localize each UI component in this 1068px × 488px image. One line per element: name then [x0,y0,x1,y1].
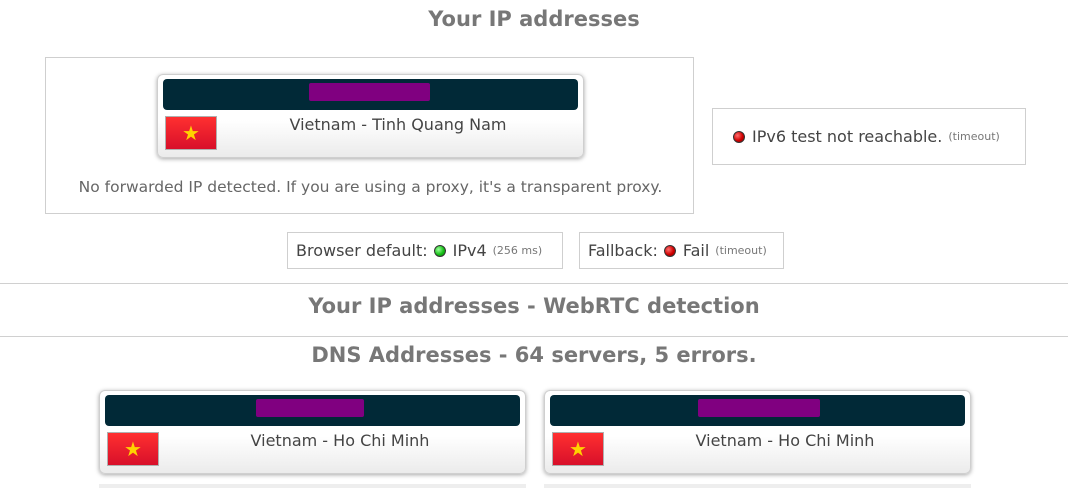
section-divider [0,283,1068,284]
vietnam-flag-icon: ★ [107,432,159,466]
next-row-edge [544,484,971,488]
ip-redaction [698,399,820,417]
ip-addresses-heading: Your IP addresses [428,7,640,31]
vietnam-flag-icon: ★ [165,116,217,150]
red-status-dot-icon [663,244,676,257]
ip-location: Vietnam - Tinh Quang Nam [289,115,507,134]
section-divider [0,336,1068,337]
ipv6-status-text: IPv6 test not reachable. [752,127,943,146]
forwarded-ip-note: No forwarded IP detected. If you are usi… [78,178,663,196]
browser-default-box: Browser default: IPv4 (256 ms) [287,232,563,269]
webrtc-heading: Your IP addresses - WebRTC detection [308,294,760,318]
browser-default-label: Browser default: [296,241,428,260]
ip-redaction [309,83,430,101]
ipv6-status-box: IPv6 test not reachable. (timeout) [712,108,1026,165]
dns-heading: DNS Addresses - 64 servers, 5 errors. [311,343,757,367]
green-status-dot-icon [433,244,446,257]
browser-default-detail: (256 ms) [492,244,543,257]
ip-address-bar [105,395,520,426]
fallback-box: Fallback: Fail (timeout) [579,232,784,269]
ip-address-bar [550,395,965,426]
dns-server-location: Vietnam - Ho Chi Minh [250,431,430,450]
ipv6-status-detail: (timeout) [948,130,1000,143]
ip-address-card: ★ Vietnam - Tinh Quang Nam [157,74,584,158]
ip-address-panel: ★ Vietnam - Tinh Quang Nam No forwarded … [45,57,694,214]
browser-default-value: IPv4 [452,241,487,260]
ip-redaction [256,399,364,417]
fallback-label: Fallback: [588,241,658,260]
next-row-edge [99,484,526,488]
fallback-detail: (timeout) [715,244,767,257]
red-status-dot-icon [733,130,745,143]
dns-server-card: ★ Vietnam - Ho Chi Minh [544,390,971,474]
vietnam-flag-icon: ★ [552,432,604,466]
fallback-value: Fail [682,241,710,260]
dns-server-card: ★ Vietnam - Ho Chi Minh [99,390,526,474]
dns-server-location: Vietnam - Ho Chi Minh [695,431,875,450]
ip-address-bar [163,79,578,110]
